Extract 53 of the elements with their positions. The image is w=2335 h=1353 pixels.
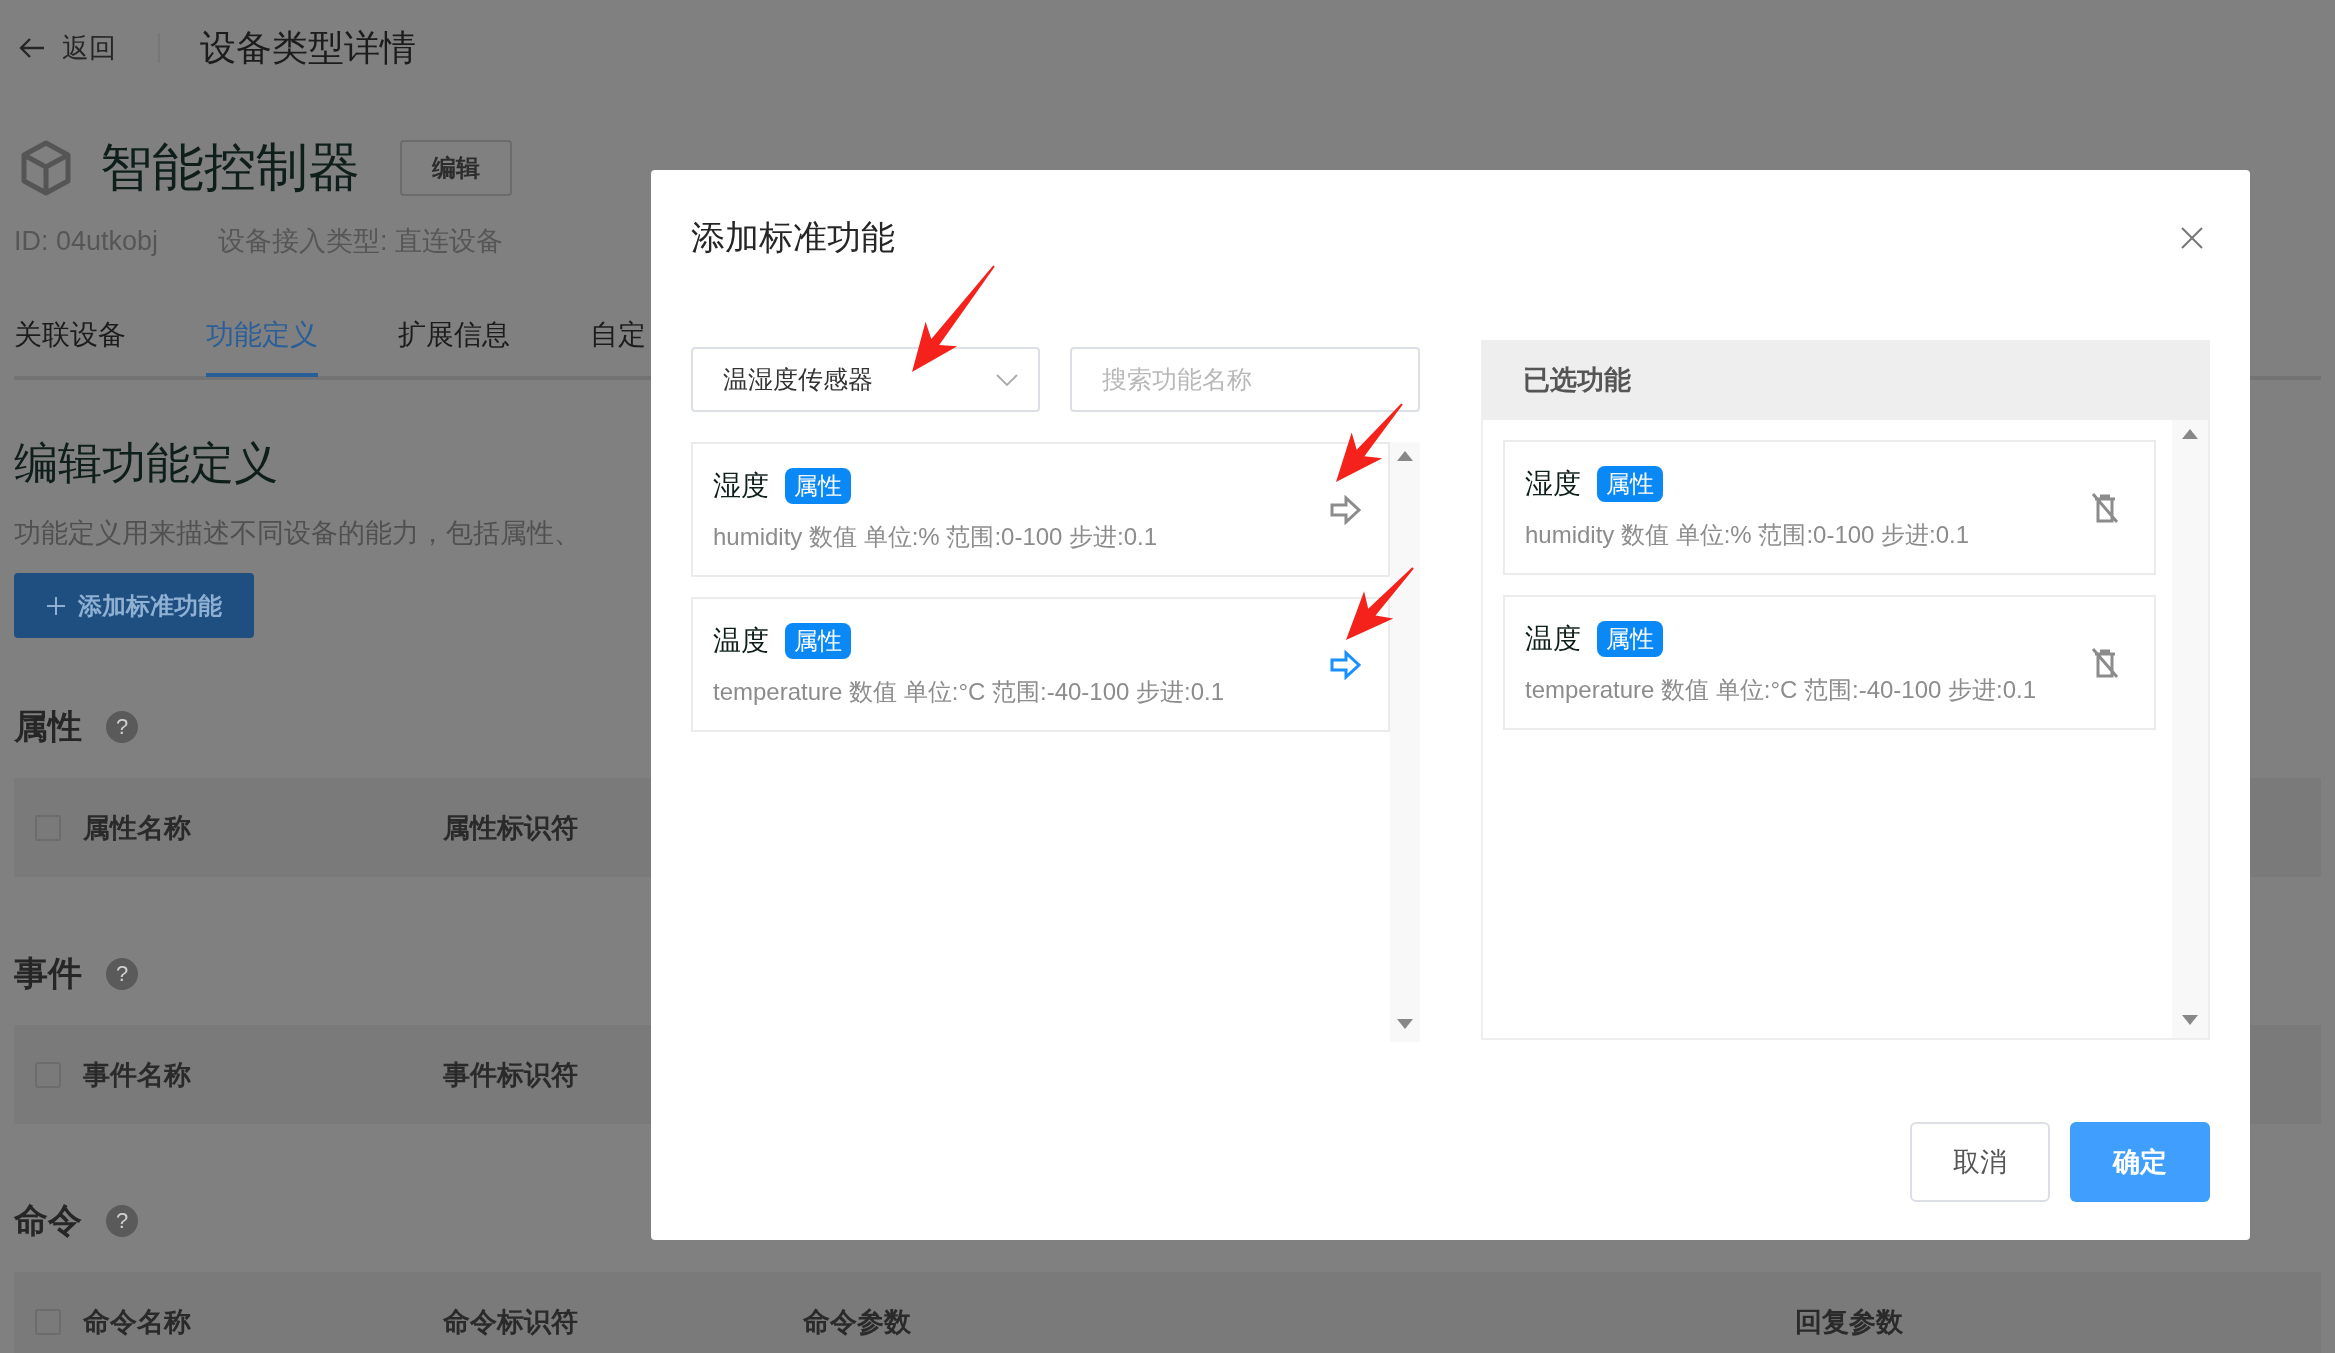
tab[interactable]: 自定 (590, 316, 646, 377)
panel-title: 已选功能 (1523, 364, 1631, 397)
back-link[interactable]: 返回 (14, 30, 116, 66)
function-detail: temperature 数值 单位:°C 范围:-40-100 步进:0.1 (713, 676, 1225, 707)
plus-icon (46, 595, 66, 616)
trash-icon[interactable] (2090, 646, 2120, 679)
section-title: 编辑功能定义 (14, 437, 278, 489)
function-name: 温度 (713, 623, 769, 658)
column-header: 事件名称 (83, 1058, 192, 1092)
dialog-title: 添加标准功能 (691, 217, 895, 258)
tag: 属性 (785, 467, 851, 504)
close-icon[interactable] (2181, 227, 2203, 249)
column-header: 命令标识符 (443, 1305, 579, 1339)
column-header: 命令参数 (803, 1305, 912, 1339)
search-field[interactable]: 搜索功能名称 (1070, 347, 1420, 412)
function-name: 温度 (1525, 621, 1581, 656)
cancel-button[interactable]: 取消 (1910, 1122, 2050, 1202)
edit-button[interactable]: 编辑 (400, 140, 512, 196)
column-header: 属性标识符 (443, 811, 579, 845)
trash-icon[interactable] (2090, 491, 2120, 524)
column-header: 事件标识符 (443, 1058, 579, 1092)
table-title: 事件 (14, 953, 82, 994)
chevron-down-icon (996, 373, 1018, 386)
add-standard-function-button[interactable]: 添加标准功能 (14, 573, 254, 638)
tag: 属性 (785, 622, 851, 659)
function-detail: humidity 数值 单位:% 范围:0-100 步进:0.1 (713, 521, 1158, 552)
column-header: 回复参数 (1795, 1305, 1904, 1339)
help-icon[interactable]: ? (106, 1205, 138, 1237)
table-title: 属性 (14, 706, 82, 747)
function-detail: humidity 数值 单位:% 范围:0-100 步进:0.1 (1525, 519, 1970, 550)
add-arrow-icon[interactable] (1330, 494, 1362, 525)
tab[interactable]: 关联设备 (14, 316, 126, 377)
column-header: 命令名称 (83, 1305, 192, 1339)
scroll-up-icon[interactable] (2181, 428, 2199, 440)
function-name: 湿度 (713, 468, 769, 503)
device-name: 智能控制器 (100, 137, 360, 198)
function-detail: temperature 数值 单位:°C 范围:-40-100 步进:0.1 (1525, 674, 2037, 705)
add-arrow-icon[interactable] (1330, 649, 1362, 680)
cube-icon (20, 140, 72, 196)
function-name: 湿度 (1525, 466, 1581, 501)
page-title: 设备类型详情 (200, 25, 416, 70)
scroll-up-icon[interactable] (1396, 450, 1414, 462)
confirm-button[interactable]: 确定 (2070, 1122, 2210, 1202)
column-header: 属性名称 (83, 811, 192, 845)
help-icon[interactable]: ? (106, 711, 138, 743)
back-arrow-icon (18, 36, 46, 60)
tab[interactable]: 扩展信息 (398, 316, 510, 377)
table-title: 命令 (14, 1200, 82, 1241)
scroll-down-icon[interactable] (1396, 1018, 1414, 1030)
help-icon[interactable]: ? (106, 958, 138, 990)
tag: 属性 (1597, 465, 1663, 502)
tag: 属性 (1597, 620, 1663, 657)
category-select[interactable]: 温湿度传感器 (691, 347, 1040, 412)
